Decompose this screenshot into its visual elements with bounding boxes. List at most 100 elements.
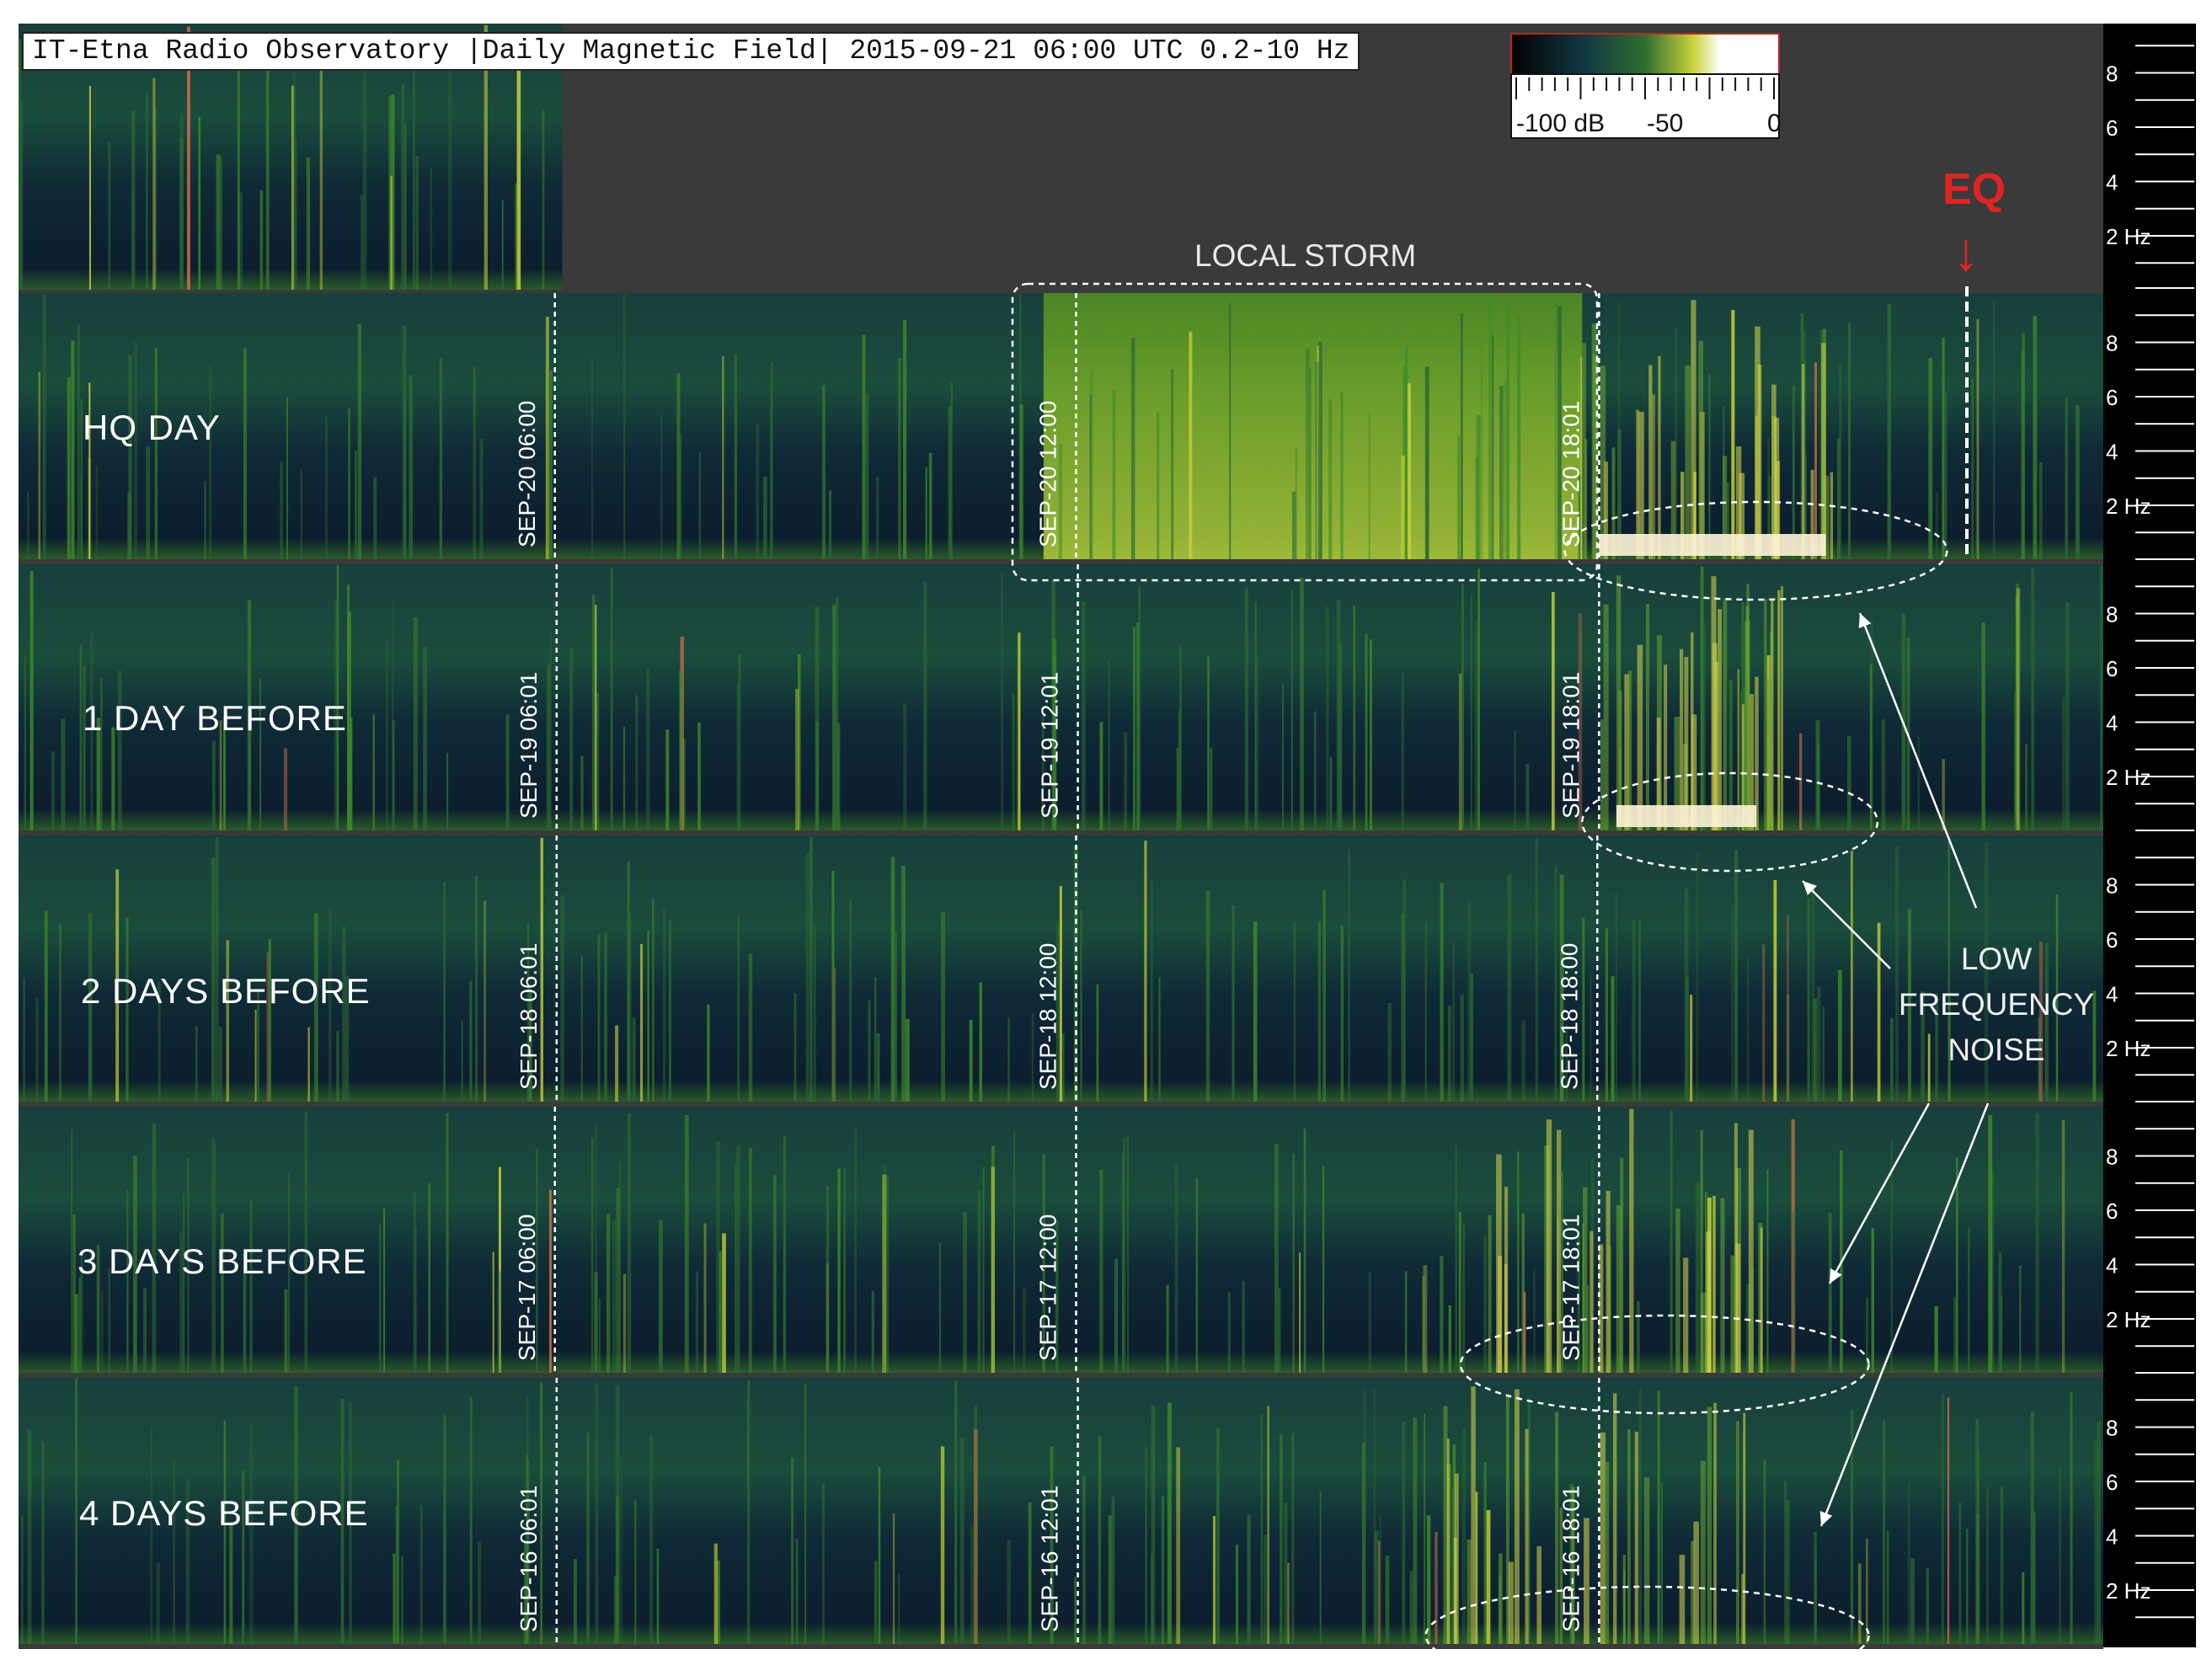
noise-streak bbox=[597, 934, 601, 1102]
noise-streak bbox=[925, 467, 927, 559]
noise-streak bbox=[1514, 730, 1516, 830]
noise-streak bbox=[1941, 1394, 1944, 1644]
noise-streak bbox=[595, 1382, 599, 1644]
time-marker-label: SEP-17 12:00 bbox=[1035, 1214, 1061, 1361]
noise-streak bbox=[1151, 880, 1153, 1102]
noise-streak bbox=[1096, 984, 1099, 1102]
activity-streak bbox=[1684, 657, 1689, 830]
noise-streak bbox=[828, 490, 832, 559]
row-separator bbox=[19, 559, 2103, 564]
time-marker-label: SEP-19 06:01 bbox=[516, 672, 542, 819]
noise-streak bbox=[837, 1168, 841, 1373]
noise-streak bbox=[484, 900, 486, 1102]
noise-streak bbox=[595, 605, 597, 830]
noise-streak bbox=[1281, 682, 1285, 830]
noise-streak bbox=[430, 168, 433, 290]
noise-streak bbox=[415, 156, 419, 290]
frequency-tick-label: 8 bbox=[2106, 1415, 2118, 1440]
noise-streak bbox=[1786, 1500, 1790, 1644]
noise-streak bbox=[1080, 910, 1082, 1102]
noise-streak bbox=[1866, 1538, 1868, 1644]
noise-streak bbox=[1731, 905, 1734, 1102]
noise-streak bbox=[974, 1406, 977, 1644]
low-frequency-burst bbox=[1616, 805, 1757, 827]
activity-streak bbox=[1600, 719, 1604, 830]
noise-streak bbox=[695, 1271, 699, 1373]
noise-streak bbox=[249, 1200, 253, 1373]
noise-streak bbox=[1993, 302, 1996, 559]
noise-streak bbox=[941, 912, 945, 1102]
noise-streak bbox=[501, 199, 504, 290]
noise-streak bbox=[265, 51, 270, 291]
noise-streak bbox=[319, 69, 323, 291]
activity-streak bbox=[1645, 604, 1650, 830]
noise-streak bbox=[1290, 589, 1293, 830]
noise-streak bbox=[620, 1455, 622, 1644]
noise-streak bbox=[590, 357, 593, 559]
noise-streak bbox=[152, 77, 156, 291]
noise-streak bbox=[72, 1214, 77, 1373]
noise-streak bbox=[1452, 943, 1455, 1102]
activity-streak bbox=[1760, 1227, 1763, 1373]
noise-streak bbox=[215, 836, 219, 1102]
noise-streak bbox=[1632, 920, 1637, 1102]
noise-streak bbox=[1232, 905, 1235, 1102]
colorbar-gradient bbox=[1510, 33, 1780, 75]
noise-streak bbox=[1846, 735, 1851, 830]
noise-streak bbox=[1133, 627, 1135, 830]
noise-streak bbox=[1425, 452, 1429, 559]
noise-streak bbox=[1708, 374, 1711, 559]
noise-streak bbox=[1763, 1460, 1766, 1644]
noise-streak bbox=[1458, 1211, 1461, 1373]
noise-streak bbox=[1457, 435, 1461, 559]
noise-streak bbox=[560, 894, 564, 1102]
noise-streak bbox=[1108, 1515, 1112, 1644]
noise-streak bbox=[573, 1559, 577, 1644]
noise-streak bbox=[443, 882, 446, 1102]
noise-streak bbox=[804, 1384, 807, 1644]
noise-streak bbox=[1475, 1492, 1478, 1644]
noise-streak bbox=[634, 1500, 637, 1644]
frequency-tick-label: 8 bbox=[2106, 330, 2118, 355]
noise-streak bbox=[409, 375, 414, 559]
noise-streak bbox=[668, 921, 671, 1102]
activity-streak bbox=[1606, 1191, 1611, 1373]
noise-streak bbox=[1702, 622, 1706, 830]
noise-streak bbox=[1405, 345, 1408, 559]
noise-streak bbox=[1340, 392, 1344, 559]
frequency-tick-label: 4 bbox=[2106, 439, 2118, 464]
noise-streak bbox=[959, 1437, 964, 1644]
noise-streak bbox=[478, 1541, 481, 1644]
noise-streak bbox=[195, 1026, 198, 1102]
noise-streak bbox=[143, 1288, 147, 1373]
noise-streak bbox=[347, 584, 350, 830]
noise-streak bbox=[154, 347, 158, 559]
noise-streak bbox=[901, 866, 906, 1102]
noise-streak bbox=[1947, 1397, 1950, 1644]
frequency-tick-label: 8 bbox=[2106, 601, 2118, 627]
noise-streak bbox=[878, 1466, 881, 1644]
noise-streak bbox=[392, 600, 394, 830]
noise-streak bbox=[1161, 1496, 1165, 1644]
noise-streak bbox=[1746, 958, 1750, 1102]
noise-streak bbox=[1328, 399, 1333, 559]
noise-streak bbox=[2061, 1119, 2065, 1373]
noise-streak bbox=[1028, 1502, 1032, 1644]
noise-streak bbox=[1264, 1535, 1268, 1644]
noise-streak bbox=[1971, 378, 1974, 559]
noise-streak bbox=[419, 1505, 423, 1644]
row-label-hq-day: HQ DAY bbox=[83, 408, 221, 447]
noise-streak bbox=[2038, 462, 2043, 559]
noise-streak bbox=[1953, 1297, 1957, 1373]
noise-streak bbox=[133, 342, 138, 559]
noise-streak bbox=[292, 72, 297, 290]
noise-streak bbox=[1099, 1169, 1103, 1373]
noise-streak bbox=[1157, 412, 1160, 559]
noise-streak bbox=[2031, 568, 2035, 830]
noise-streak bbox=[1638, 920, 1641, 1102]
noise-streak bbox=[1001, 573, 1004, 830]
noise-streak bbox=[1773, 879, 1777, 1102]
frequency-tick-label: 6 bbox=[2106, 1470, 2118, 1495]
noise-streak bbox=[1460, 994, 1464, 1102]
noise-streak bbox=[1777, 590, 1781, 830]
